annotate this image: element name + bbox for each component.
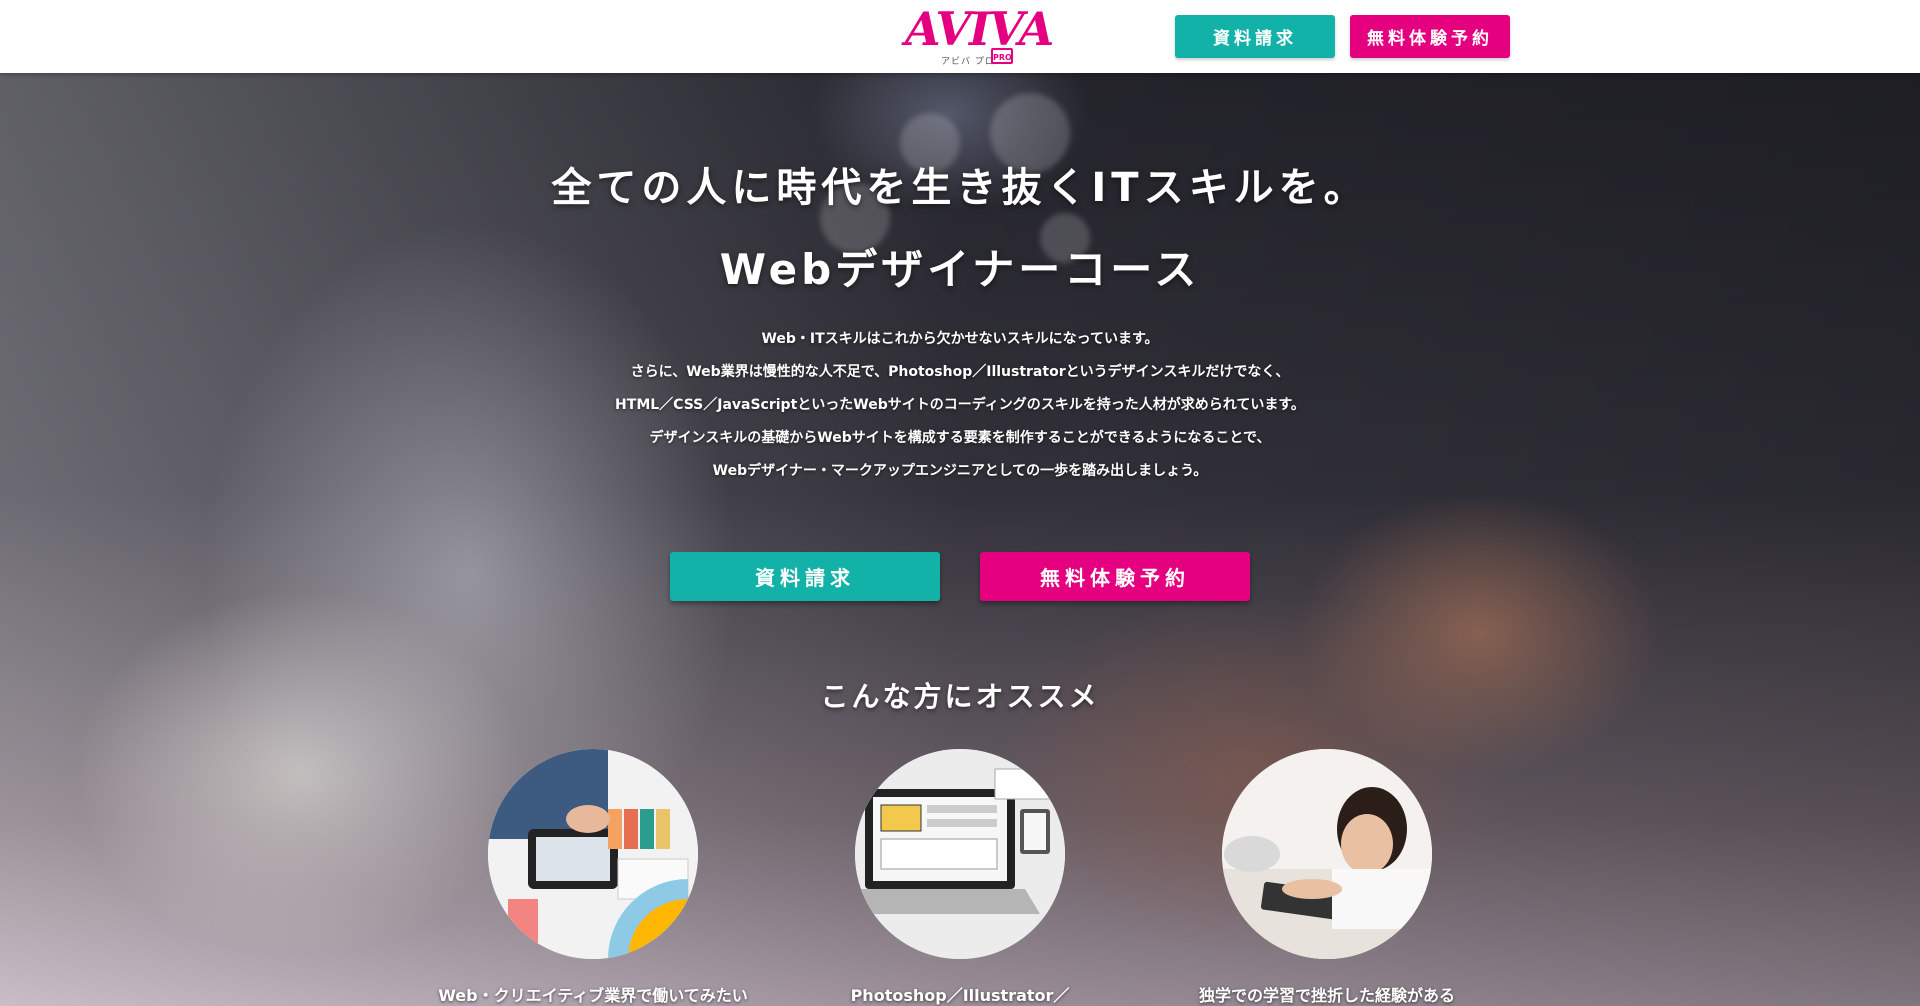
description-line: デザインスキルの基礎からWebサイトを構成する要素を制作することができるようにな…	[649, 430, 1271, 446]
description-line: Web・ITスキルはこれから欠かせないスキルになっています。	[761, 331, 1159, 347]
hero-tagline: 全ての人に時代を生き抜くITスキルを。	[551, 165, 1369, 211]
hero-section: 全ての人に時代を生き抜くITスキルを。 Webデザイナーコース Web・ITスキ…	[0, 73, 1920, 1006]
recommend-caption: Photoshop／Illustrator／	[850, 986, 1070, 1005]
header-request-button[interactable]: 資料請求	[1175, 15, 1335, 58]
laptop-wireframe-photo	[855, 749, 1065, 959]
free-trial-button[interactable]: 無料体験予約	[980, 552, 1250, 601]
course-description: Web・ITスキルはこれから欠かせないスキルになっています。 さらに、Web業界…	[0, 323, 1920, 488]
request-materials-button[interactable]: 資料請求	[670, 552, 940, 601]
logo-pro-badge: PRO	[991, 48, 1013, 64]
course-title: Webデザイナーコース	[719, 245, 1201, 294]
header-trial-button[interactable]: 無料体験予約	[1350, 15, 1510, 58]
logo-wordmark: AVIVA	[905, 2, 1054, 56]
recommend-caption: 独学での学習で挫折した経験がある	[1198, 986, 1455, 1005]
logo-subtitle: アビバ プロ	[941, 57, 995, 67]
recommend-title: こんな方にオススメ	[820, 680, 1100, 713]
description-line: Webデザイナー・マークアップエンジニアとしての一歩を踏み出しましょう。	[712, 463, 1208, 479]
designer-swatches-photo	[488, 749, 698, 959]
description-line: さらに、Web業界は慢性的な人不足で、Photoshop／Illustrator…	[630, 364, 1290, 380]
aviva-pro-logo[interactable]: AVIVA アビバ プロ PRO	[905, 6, 1054, 68]
tired-woman-photo	[1222, 749, 1432, 959]
recommend-caption: Web・クリエイティブ業界で働いてみたい	[438, 986, 748, 1005]
description-line: HTML／CSS／JavaScriptといったWebサイトのコーディングのスキル…	[615, 397, 1305, 413]
site-header: AVIVA アビバ プロ PRO 資料請求 無料体験予約	[0, 0, 1920, 73]
